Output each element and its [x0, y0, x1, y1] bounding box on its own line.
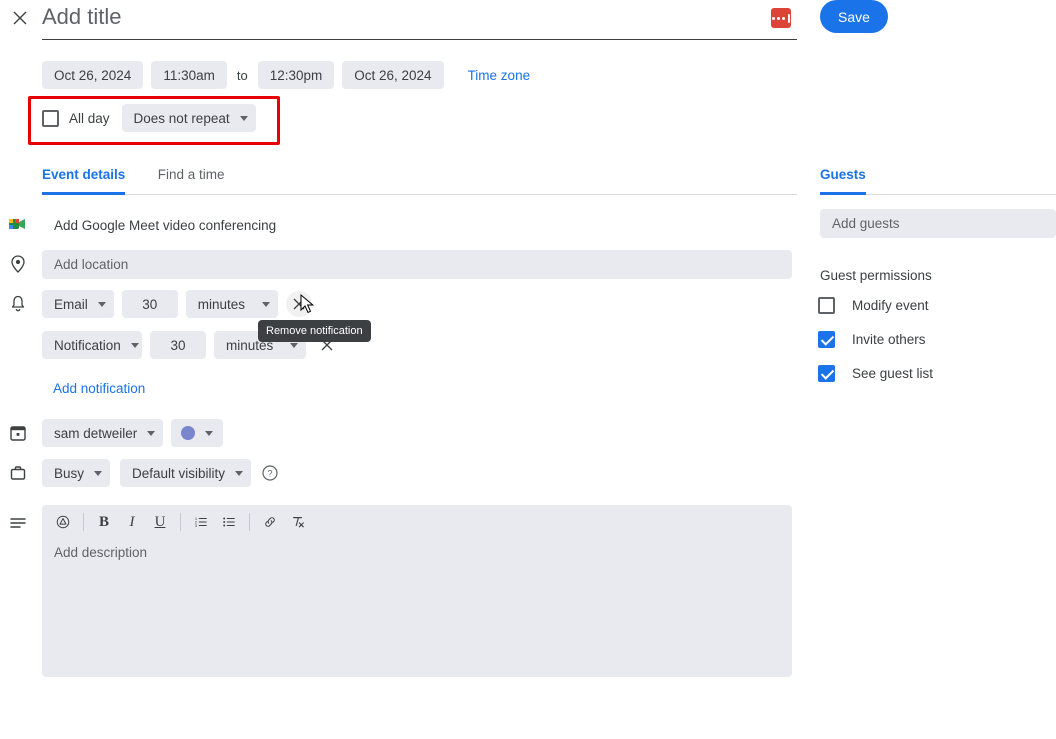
- description-box: B I U 1 2 3 Add description: [42, 505, 792, 677]
- save-button[interactable]: Save: [820, 0, 888, 33]
- all-day-repeat-row: All day Does not repeat: [42, 104, 256, 132]
- calendar-owner-select[interactable]: sam detweiler: [42, 419, 164, 447]
- notification-type-label-2: Notification: [54, 337, 121, 353]
- calendar-owner-label: sam detweiler: [54, 425, 138, 441]
- close-icon: [293, 298, 305, 310]
- clear-formatting-icon[interactable]: [285, 509, 311, 535]
- notification-type-label-1: Email: [54, 296, 88, 312]
- notification-row-1: Email minutes: [42, 290, 312, 318]
- modify-event-checkbox[interactable]: [818, 297, 835, 314]
- underline-icon[interactable]: U: [147, 509, 173, 535]
- availability-row: Busy Default visibility ?: [42, 459, 279, 487]
- chevron-down-icon: [94, 470, 103, 476]
- chevron-down-icon: [235, 470, 244, 476]
- event-title-input[interactable]: [42, 2, 797, 40]
- permission-see-guest-list[interactable]: See guest list: [818, 365, 933, 382]
- description-toolbar: B I U 1 2 3: [42, 505, 792, 539]
- chevron-down-icon: [239, 115, 248, 121]
- add-guests-input[interactable]: [820, 209, 1056, 238]
- bulleted-list-icon[interactable]: [216, 509, 242, 535]
- availability-label: Busy: [54, 465, 85, 481]
- remove-notification-button-1[interactable]: [285, 291, 312, 317]
- toolbar-divider: [83, 513, 84, 531]
- event-color-select[interactable]: [171, 419, 224, 447]
- chevron-down-icon: [290, 342, 298, 348]
- visibility-select[interactable]: Default visibility: [120, 459, 252, 487]
- start-time-field[interactable]: 11:30am: [151, 61, 227, 89]
- notification-type-select-2[interactable]: Notification: [42, 331, 142, 359]
- location-pin-icon: [8, 254, 28, 274]
- recurrence-select[interactable]: Does not repeat: [121, 104, 256, 132]
- notification-unit-label-1: minutes: [197, 296, 246, 312]
- more-options-icon[interactable]: [771, 8, 791, 28]
- bell-icon: [8, 294, 28, 314]
- time-zone-link[interactable]: Time zone: [468, 68, 531, 83]
- italic-icon[interactable]: I: [119, 509, 145, 535]
- notification-amount-input-1[interactable]: [121, 290, 178, 318]
- location-input[interactable]: [42, 250, 792, 279]
- calendar-color-row: sam detweiler: [42, 419, 224, 447]
- numbered-list-icon[interactable]: 1 2 3: [188, 509, 214, 535]
- help-circle-icon[interactable]: ?: [261, 464, 279, 482]
- start-date-field[interactable]: Oct 26, 2024: [42, 61, 144, 89]
- calendar-icon: [8, 423, 28, 443]
- tab-event-details[interactable]: Event details: [42, 161, 126, 195]
- chevron-down-icon: [147, 430, 156, 436]
- schedule-row: Oct 26, 2024 11:30am to 12:30pm Oct 26, …: [42, 61, 530, 89]
- guest-permissions-title: Guest permissions: [820, 268, 932, 283]
- event-editor-window: Save Oct 26, 2024 11:30am to 12:30pm Oct…: [0, 0, 1056, 739]
- visibility-label: Default visibility: [132, 465, 226, 481]
- briefcase-icon: [8, 463, 28, 483]
- toolbar-divider: [180, 513, 181, 531]
- time-separator-label: to: [236, 67, 248, 83]
- end-date-field[interactable]: Oct 26, 2024: [342, 61, 444, 89]
- tab-find-a-time[interactable]: Find a time: [158, 161, 225, 195]
- link-icon[interactable]: [257, 509, 283, 535]
- chevron-down-icon: [261, 301, 270, 307]
- add-meet-button[interactable]: Add Google Meet video conferencing: [42, 213, 288, 238]
- google-meet-row: Add Google Meet video conferencing: [42, 213, 288, 238]
- permission-invite-others[interactable]: Invite others: [818, 331, 926, 348]
- bold-icon[interactable]: B: [91, 509, 117, 535]
- description-input[interactable]: Add description: [42, 539, 792, 566]
- chevron-down-icon: [97, 301, 106, 307]
- color-swatch: [181, 426, 196, 440]
- chevron-down-icon: [130, 342, 139, 348]
- end-time-field[interactable]: 12:30pm: [257, 61, 335, 89]
- permission-modify-event[interactable]: Modify event: [818, 297, 929, 314]
- description-lines-icon: [8, 513, 28, 533]
- all-day-checkbox[interactable]: [42, 109, 59, 127]
- chevron-down-icon: [205, 430, 214, 436]
- all-day-label: All day: [69, 110, 110, 126]
- modify-event-label: Modify event: [852, 298, 929, 313]
- availability-select[interactable]: Busy: [42, 459, 111, 487]
- close-icon[interactable]: [10, 8, 30, 28]
- notification-unit-select-1[interactable]: minutes: [185, 290, 278, 318]
- see-guest-list-checkbox[interactable]: [818, 365, 835, 382]
- tab-guests[interactable]: Guests: [820, 161, 866, 195]
- remove-notification-tooltip: Remove notification: [258, 320, 371, 342]
- recurrence-label: Does not repeat: [133, 110, 230, 126]
- toolbar-divider: [249, 513, 250, 531]
- notification-amount-input-2[interactable]: [150, 331, 206, 359]
- guests-tabs: Guests: [820, 160, 1056, 195]
- title-field-wrap: [42, 2, 797, 40]
- svg-text:?: ?: [268, 469, 273, 479]
- see-guest-list-label: See guest list: [852, 366, 934, 381]
- invite-others-label: Invite others: [852, 332, 926, 347]
- drive-insert-icon[interactable]: [50, 509, 76, 535]
- invite-others-checkbox[interactable]: [818, 331, 835, 348]
- google-meet-icon: [8, 214, 28, 234]
- notification-type-select-1[interactable]: Email: [42, 290, 114, 318]
- svg-text:3: 3: [195, 523, 198, 528]
- add-notification-button[interactable]: Add notification: [53, 381, 145, 396]
- event-tabs: Event details Find a time: [42, 160, 797, 195]
